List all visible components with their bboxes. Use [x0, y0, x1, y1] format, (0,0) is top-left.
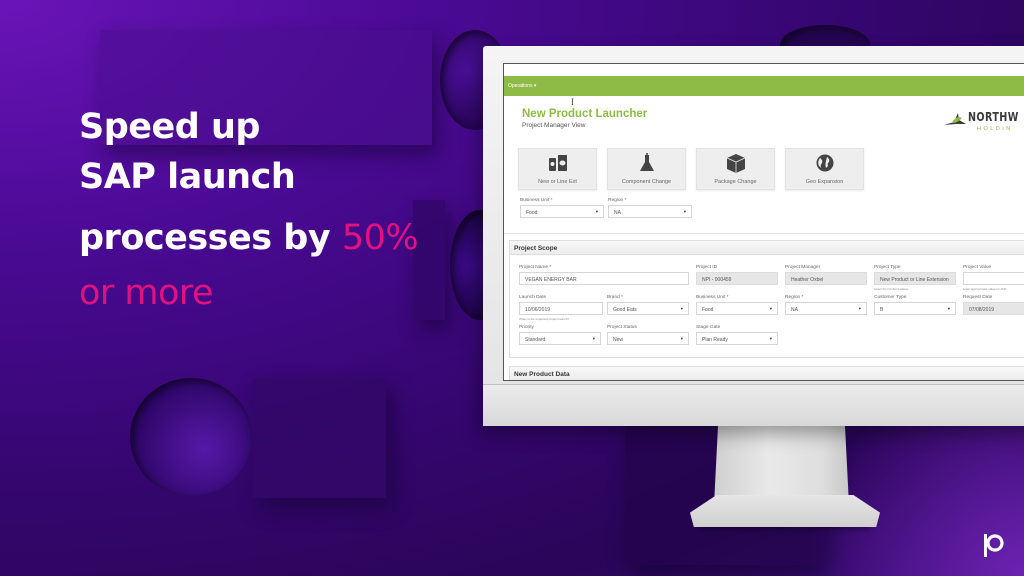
scope-region-value: NA	[791, 307, 798, 313]
launch-date-label: Launch Date	[519, 295, 547, 300]
monitor-stand-neck	[714, 425, 849, 505]
priority-select[interactable]: Standard ▾	[519, 332, 601, 345]
stage-gate-select[interactable]: Plan Ready ▾	[696, 332, 778, 345]
customer-type-label: Customer Type	[874, 295, 907, 300]
project-manager-field: Heather Oxbel	[785, 272, 867, 285]
headline-line-2: SAP launch	[79, 157, 296, 197]
headline-line-1: Speed up	[79, 107, 260, 147]
project-type-tiles: New or Line Ext Component Change Package…	[518, 148, 864, 190]
flask-icon	[639, 153, 654, 171]
page-subtitle: Project Manager View	[522, 122, 586, 129]
snack-products-icon	[548, 155, 567, 171]
scope-business-unit-select[interactable]: Food ▾	[696, 302, 778, 315]
project-id-label: Project ID	[696, 265, 718, 270]
background-shape	[253, 378, 386, 498]
project-scope-section: Project Scope Project Name * VEGAN ENERG…	[509, 240, 1024, 358]
chevron-down-icon: ▾	[680, 306, 683, 311]
tile-label: Package Change	[714, 179, 757, 185]
globe-icon	[816, 154, 833, 172]
page-title: New Product Launcher	[522, 108, 648, 120]
top-menu-bar: Operations ▾	[504, 76, 1024, 96]
section-heading: New Product Data	[510, 367, 1024, 380]
divider	[504, 233, 1024, 234]
tile-label: Geo Expansion	[805, 179, 844, 185]
new-product-data-section[interactable]: New Product Data	[509, 366, 1024, 380]
headline-line-3-text: processes by	[79, 218, 331, 258]
section-heading: Project Scope	[510, 241, 1024, 255]
chevron-down-icon: ▾	[947, 306, 950, 311]
app-screen: Operations ▾ I New Product Launcher Proj…	[503, 63, 1024, 381]
scope-business-unit-label: Business Unit *	[696, 295, 729, 300]
monitor-bezel	[483, 384, 1024, 426]
region-value: NA	[614, 210, 621, 216]
request-date-field: 07/08/2019	[963, 302, 1024, 315]
scope-business-unit-value: Food	[702, 307, 714, 313]
brand-select[interactable]: Good Eats ▾	[607, 302, 689, 315]
company-logo: NORTHW HOLDIN	[944, 108, 1024, 138]
business-unit-value: Food	[526, 210, 538, 216]
headline-line-3: processes by 50%	[79, 211, 419, 266]
chevron-down-icon: ▾	[769, 306, 772, 311]
tile-label: Component Change	[621, 179, 672, 185]
region-label: Region *	[608, 198, 627, 203]
customer-type-value: B	[880, 307, 884, 313]
headline-percentage: 50%	[341, 218, 419, 258]
project-name-input[interactable]: VEGAN ENERGY BAR	[519, 272, 689, 285]
project-status-value: New	[613, 337, 624, 343]
project-manager-label: Project Manager	[785, 265, 821, 270]
business-unit-select[interactable]: Food ▾	[520, 205, 604, 218]
project-name-label: Project Name *	[519, 265, 552, 270]
logo-name: NORTHW	[968, 110, 1019, 124]
customer-type-select[interactable]: B ▾	[874, 302, 956, 315]
brand-p-logo-icon	[984, 534, 1004, 557]
background-shape	[130, 378, 252, 496]
brand-label: Brand *	[607, 295, 623, 300]
business-unit-label: Business Unit *	[520, 198, 553, 203]
project-status-label: Project Status	[607, 325, 637, 330]
request-date-label: Request Date	[963, 295, 993, 300]
chevron-down-icon: ▾	[592, 336, 595, 341]
operations-menu[interactable]: Operations ▾	[508, 83, 536, 89]
project-type-label: Project Type	[874, 265, 901, 270]
region-select[interactable]: NA ▾	[608, 205, 692, 218]
priority-value: Standard	[525, 337, 546, 343]
package-box-icon	[726, 154, 745, 173]
project-type-field: New Product or Line Extension	[874, 272, 956, 285]
headline-line-4: or more	[79, 273, 214, 313]
chevron-down-icon: ▾	[533, 83, 537, 89]
brand-value: Good Eats	[613, 307, 637, 313]
tile-package-change[interactable]: Package Change	[696, 148, 775, 190]
project-type-hint: select from buttons above	[874, 287, 909, 291]
chevron-down-icon: ▾	[683, 209, 686, 214]
chevron-down-icon: ▾	[769, 336, 772, 341]
operations-menu-label: Operations	[508, 83, 533, 89]
chevron-down-icon: ▾	[595, 209, 598, 214]
project-value-label: Project Value	[963, 265, 992, 270]
priority-label: Priority	[519, 325, 534, 330]
project-id-field: NPI - 000459	[696, 272, 778, 285]
scope-region-label: Region *	[785, 295, 804, 300]
project-value-input[interactable]	[963, 272, 1024, 285]
tile-label: New or Line Ext	[538, 179, 577, 185]
launch-date-input[interactable]: 10/06/2019	[519, 302, 603, 315]
headline: Speed up SAP launch processes by 50% or …	[79, 104, 419, 321]
chevron-down-icon: ▾	[858, 306, 861, 311]
project-value-hint: Enter approximate value in USD	[963, 287, 1006, 291]
scope-region-select[interactable]: NA ▾	[785, 302, 867, 315]
tile-component-change[interactable]: Component Change	[607, 148, 686, 190]
logo-subtext: HOLDIN	[977, 126, 1013, 132]
leaf-logo-icon	[944, 113, 966, 125]
launch-date-hint: When is the expected project launch?	[519, 317, 570, 321]
text-cursor-icon: I	[571, 97, 574, 107]
stage-gate-label: Stage Gate	[696, 325, 721, 330]
tile-new-or-line-ext[interactable]: New or Line Ext	[518, 148, 597, 190]
stage-gate-value: Plan Ready	[702, 337, 728, 343]
project-status-select[interactable]: New ▾	[607, 332, 689, 345]
monitor: Operations ▾ I New Product Launcher Proj…	[483, 46, 1024, 426]
chevron-down-icon: ▾	[680, 336, 683, 341]
monitor-stand-base	[690, 495, 880, 527]
tile-geo-expansion[interactable]: Geo Expansion	[785, 148, 864, 190]
